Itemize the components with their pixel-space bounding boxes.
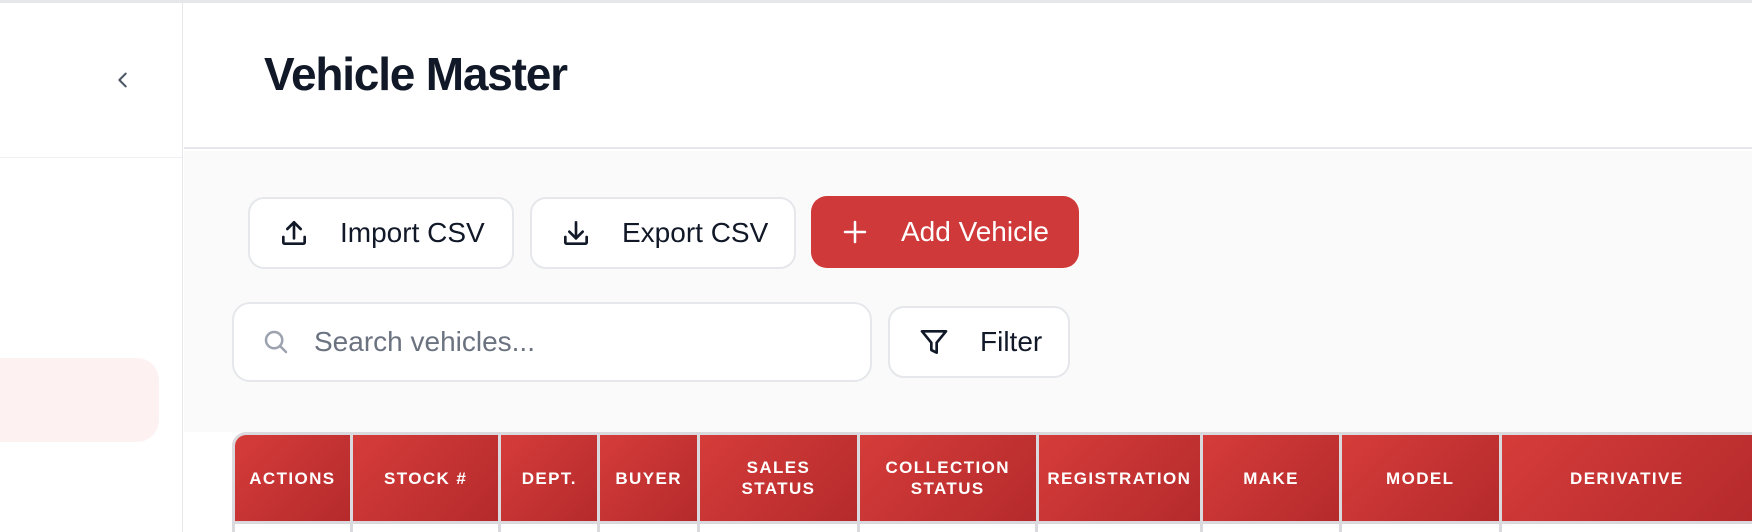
export-csv-button[interactable]: Export CSV bbox=[530, 197, 796, 269]
search-icon bbox=[256, 322, 296, 362]
sidebar-header bbox=[0, 3, 182, 158]
column-header-derivative[interactable]: DERIVATIVE bbox=[1501, 435, 1752, 521]
table-cell bbox=[859, 524, 1039, 532]
add-vehicle-label: Add Vehicle bbox=[901, 216, 1049, 247]
filter-button[interactable]: Filter bbox=[888, 306, 1070, 378]
app-root: Vehicle Master Import CSV Export CSV Add bbox=[0, 0, 1752, 532]
column-header-actions[interactable]: ACTIONS bbox=[235, 435, 353, 521]
search-field bbox=[232, 302, 872, 382]
table-cell bbox=[1038, 524, 1204, 532]
import-csv-button[interactable]: Import CSV bbox=[248, 197, 514, 269]
plus-icon bbox=[835, 212, 875, 252]
table-row bbox=[235, 521, 1752, 532]
sidebar-item-active[interactable] bbox=[0, 358, 159, 442]
column-header-make[interactable]: MAKE bbox=[1203, 435, 1342, 521]
column-header-buyer[interactable]: BUYER bbox=[600, 435, 701, 521]
upload-icon bbox=[274, 213, 314, 253]
column-header-sales-status[interactable]: SALES STATUS bbox=[700, 435, 860, 521]
sidebar bbox=[0, 3, 183, 532]
sidebar-collapse-button[interactable] bbox=[104, 61, 142, 99]
table-header-row: ACTIONS STOCK # DEPT. BUYER SALES STATUS… bbox=[235, 435, 1752, 521]
table-cell bbox=[600, 524, 701, 532]
chevron-left-icon bbox=[118, 72, 127, 88]
column-header-model[interactable]: MODEL bbox=[1341, 435, 1502, 521]
main-area: Vehicle Master Import CSV Export CSV Add bbox=[184, 3, 1752, 532]
table-cell bbox=[235, 524, 353, 532]
add-vehicle-button[interactable]: Add Vehicle bbox=[811, 196, 1079, 268]
export-csv-label: Export CSV bbox=[622, 217, 769, 248]
search-input[interactable] bbox=[314, 326, 854, 358]
content-area: Import CSV Export CSV Add Vehicle Search… bbox=[184, 151, 1752, 432]
funnel-icon bbox=[914, 322, 954, 362]
page-title: Vehicle Master bbox=[264, 48, 568, 100]
column-header-registration[interactable]: REGISTRATION bbox=[1038, 435, 1204, 521]
table-cell bbox=[352, 524, 502, 532]
import-csv-label: Import CSV bbox=[340, 217, 485, 248]
page-header: Vehicle Master bbox=[184, 3, 1752, 149]
filter-label: Filter bbox=[980, 326, 1043, 357]
table-cell bbox=[1203, 524, 1342, 532]
column-header-collection-status[interactable]: COLLECTION STATUS bbox=[859, 435, 1039, 521]
column-header-dept[interactable]: DEPT. bbox=[501, 435, 601, 521]
table-cell bbox=[501, 524, 601, 532]
table-cell bbox=[1341, 524, 1502, 532]
table-cell bbox=[700, 524, 860, 532]
column-header-stock[interactable]: STOCK # bbox=[352, 435, 502, 521]
download-icon bbox=[556, 213, 596, 253]
table-cell bbox=[1501, 524, 1752, 532]
vehicle-table: ACTIONS STOCK # DEPT. BUYER SALES STATUS… bbox=[232, 432, 1752, 532]
